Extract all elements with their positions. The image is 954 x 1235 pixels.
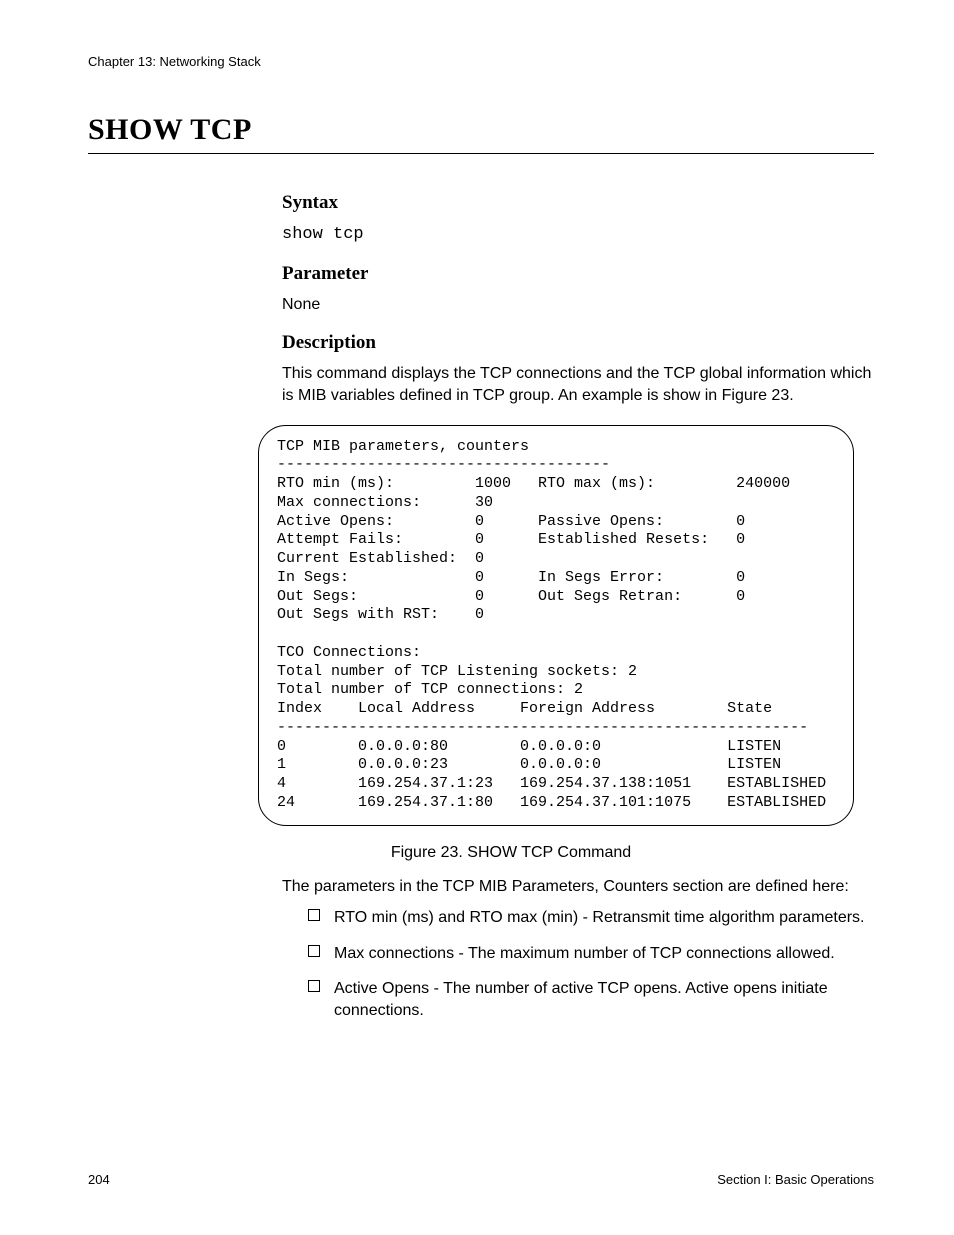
page-title: SHOW TCP (88, 113, 874, 154)
bullet-icon (308, 909, 320, 921)
description-heading: Description (282, 330, 874, 356)
parameter-definitions-list: RTO min (ms) and RTO max (min) - Retrans… (308, 907, 874, 1021)
post-figure-paragraph: The parameters in the TCP MIB Parameters… (282, 876, 874, 898)
list-item-text: Max connections - The maximum number of … (334, 945, 835, 962)
parameter-body: None (282, 294, 874, 316)
description-body: This command displays the TCP connection… (282, 363, 874, 406)
list-item-text: RTO min (ms) and RTO max (min) - Retrans… (334, 909, 865, 926)
page-number: 204 (88, 1172, 110, 1187)
list-item-text: Active Opens - The number of active TCP … (334, 980, 828, 1019)
list-item: Active Opens - The number of active TCP … (308, 978, 874, 1021)
footer-section: Section I: Basic Operations (717, 1172, 874, 1187)
chapter-header: Chapter 13: Networking Stack (88, 54, 874, 69)
list-item: Max connections - The maximum number of … (308, 943, 874, 965)
page-footer: 204 Section I: Basic Operations (88, 1172, 874, 1187)
figure-output-box: TCP MIB parameters, counters -----------… (258, 425, 854, 826)
syntax-command: show tcp (282, 224, 874, 247)
syntax-heading: Syntax (282, 190, 874, 216)
bullet-icon (308, 945, 320, 957)
figure-caption: Figure 23. SHOW TCP Command (148, 844, 874, 862)
list-item: RTO min (ms) and RTO max (min) - Retrans… (308, 907, 874, 929)
bullet-icon (308, 980, 320, 992)
parameter-heading: Parameter (282, 261, 874, 287)
